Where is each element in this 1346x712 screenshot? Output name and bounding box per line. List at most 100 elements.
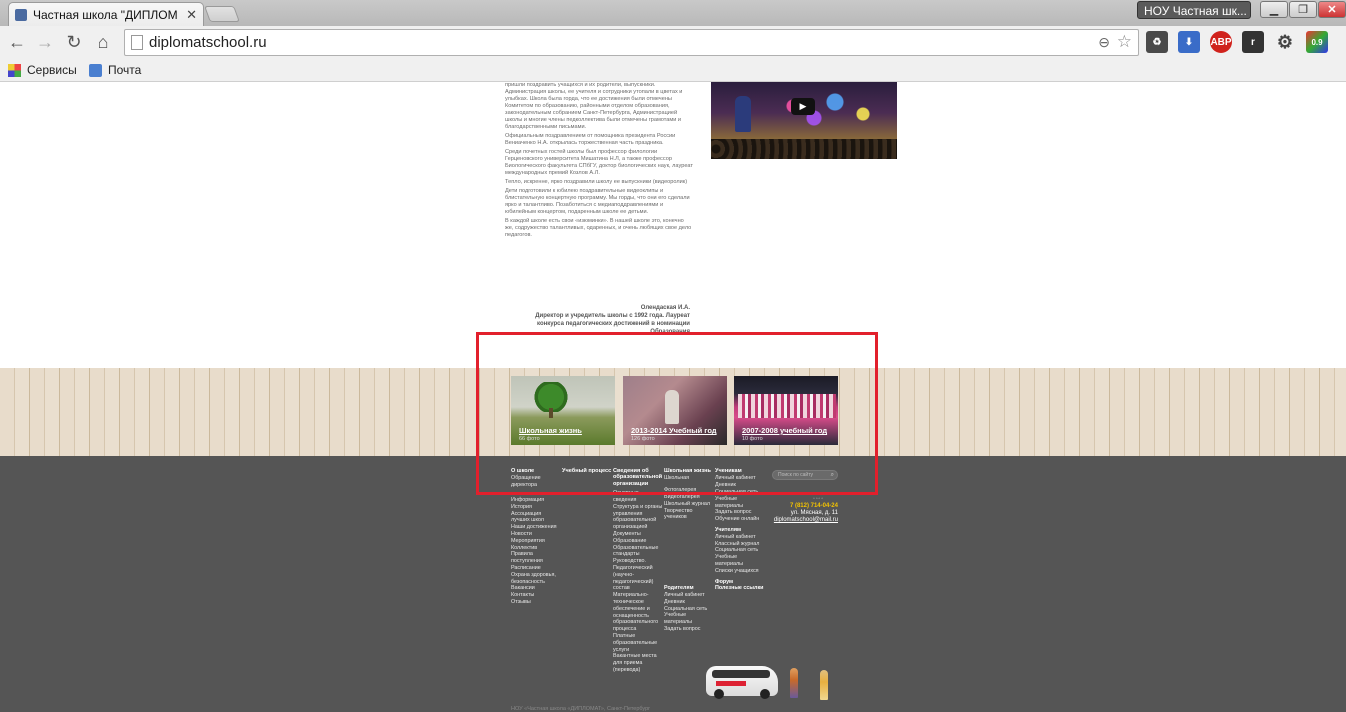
bookmark-services[interactable]: Сервисы [8, 63, 77, 77]
video-thumbnail[interactable]: ▶ [711, 82, 897, 159]
footer-link[interactable]: Вакантные места для приема (перевода) [613, 653, 663, 673]
footer-link[interactable]: Обращение директора [511, 475, 561, 489]
footer-column-students: Ученикам Личный кабинет Дневник Социальн… [715, 468, 765, 592]
audience-image [711, 139, 897, 159]
bookmark-star-icon[interactable]: ☆ [1117, 32, 1132, 52]
footer-link[interactable]: Информация [511, 497, 561, 504]
recycle-extension-icon[interactable]: ♻ [1146, 31, 1168, 53]
footer-link[interactable]: Коллектив [511, 545, 561, 552]
footer-link[interactable]: Вакансии [511, 585, 561, 592]
footer-link[interactable]: Ассоциация лучших школ [511, 511, 561, 525]
social-icons[interactable]: ▫▫▫▫ [813, 496, 824, 502]
contact-block: 7 (812) 714-04-24 ул. Мясная, д. 11 dipl… [760, 503, 838, 524]
download-extension-icon[interactable]: ⬇ [1178, 31, 1200, 53]
footer-link[interactable]: Отзывы [511, 599, 561, 606]
home-icon[interactable]: ⌂ [92, 32, 114, 53]
footer-link[interactable]: Дневник [664, 599, 714, 606]
footer-link[interactable]: Расписание [511, 565, 561, 572]
site-search-input[interactable]: Поиск по сайту ⌕ [772, 470, 838, 480]
bookmark-label: Почта [108, 63, 142, 77]
footer-link[interactable]: Личный кабинет [715, 534, 765, 541]
footer-link[interactable]: Школьная [664, 475, 714, 482]
footer-link[interactable]: Мероприятия [511, 538, 561, 545]
footer-link[interactable]: Учебные материалы [664, 612, 714, 626]
footer-link[interactable]: Основные сведения [613, 490, 663, 504]
footer-link[interactable]: Социальная сеть [664, 606, 714, 613]
signature-title: Директор и учредитель школы с 1992 года.… [535, 313, 690, 327]
play-icon[interactable]: ▶ [791, 98, 815, 115]
bookmark-label: Сервисы [27, 63, 77, 77]
footer-link[interactable]: Структура и органы управления образовате… [613, 504, 663, 531]
email-link[interactable]: diplomatschool@mail.ru [760, 517, 838, 524]
forward-icon[interactable]: → [34, 32, 56, 53]
footer-link[interactable]: Учебные материалы [715, 496, 765, 510]
maximize-button[interactable]: ❐ [1289, 1, 1317, 18]
footer-column-learning: Учебный процесс [562, 468, 612, 475]
footer-link[interactable]: Личный кабинет [715, 475, 765, 482]
phone-number[interactable]: 7 (812) 714-04-24 [760, 503, 838, 510]
footer-link[interactable]: Платные образовательные услуги [613, 633, 663, 653]
close-window-button[interactable]: ✕ [1318, 1, 1346, 18]
footer-link[interactable]: Наши достижения [511, 524, 561, 531]
bus-wheel [714, 689, 724, 699]
gallery-card-2013-2014[interactable]: 2013-2014 Учебный год 126 фото [623, 376, 727, 445]
performer-image [665, 390, 679, 424]
footer-link[interactable]: Образовательные стандарты [613, 545, 663, 559]
footer-heading[interactable]: О школе [511, 468, 561, 474]
extension-badge-icon[interactable]: 0.9 [1306, 31, 1328, 53]
gallery-card-2007-2008[interactable]: 2007-2008 учебный год 10 фото [734, 376, 838, 445]
minimize-button[interactable]: ▁ [1260, 1, 1288, 18]
reload-icon[interactable]: ↻ [63, 32, 85, 53]
footer-heading[interactable]: Учебный процесс [562, 468, 612, 474]
footer-link[interactable]: Задать вопрос [664, 626, 714, 633]
footer-subheading[interactable]: Учителям [715, 527, 765, 534]
gallery-title[interactable]: 2007-2008 учебный год [742, 427, 836, 435]
close-tab-icon[interactable]: ✕ [186, 7, 197, 23]
apps-icon [8, 63, 21, 77]
back-icon[interactable]: ← [6, 32, 28, 53]
footer-link[interactable]: Учебные материалы [715, 554, 765, 568]
tree-trunk [549, 408, 553, 418]
footer-link[interactable]: Документы [613, 531, 663, 538]
footer-heading[interactable]: Сведения об образовательной организации [613, 468, 663, 487]
footer-link[interactable]: Образование [613, 538, 663, 545]
zoom-icon[interactable]: ⊖ [1098, 34, 1110, 51]
browser-tab[interactable]: Частная школа "ДИПЛОМ ✕ [8, 2, 204, 26]
footer-link[interactable]: Личный кабинет [664, 592, 714, 599]
footer-link[interactable]: Списки учащихся [715, 568, 765, 575]
footer-subheading[interactable]: Полезные ссылки [715, 585, 765, 592]
address-bar[interactable]: diplomatschool.ru ⊖ ☆ [124, 29, 1139, 56]
search-icon[interactable]: ⌕ [831, 471, 834, 479]
adblock-extension-icon[interactable]: ABP [1210, 31, 1232, 53]
footer-link[interactable]: Охрана здоровья, безопасность [511, 572, 561, 586]
footer-link[interactable]: Контакты [511, 592, 561, 599]
footer-heading[interactable]: Школьная жизнь [664, 468, 714, 474]
footer-link[interactable]: Школьный журнал [664, 501, 714, 508]
article-paragraph: Дети подготовили к юбилею поздравительны… [505, 188, 690, 215]
footer-link[interactable]: Обучение онлайн [715, 516, 765, 523]
new-tab-button[interactable] [204, 6, 240, 22]
footer-heading[interactable]: Ученикам [715, 468, 765, 474]
footer-link[interactable]: Социальная сеть [715, 489, 765, 496]
footer-link[interactable]: Фотогалерея [664, 487, 714, 494]
gallery-card-school-life[interactable]: Школьная жизнь 66 фото [511, 376, 615, 445]
profile-button[interactable]: НОУ Частная шк... [1137, 1, 1251, 19]
bookmark-mail[interactable]: Почта [89, 63, 141, 77]
footer-link[interactable]: Правила поступления [511, 551, 561, 565]
gallery-title[interactable]: 2013-2014 Учебный год [631, 427, 725, 435]
footer-link[interactable]: Новости [511, 531, 561, 538]
settings-gear-icon[interactable]: ⚙ [1274, 31, 1296, 53]
footer-link[interactable]: Дневник [715, 482, 765, 489]
footer-link[interactable]: Классный журнал [715, 541, 765, 548]
footer-link[interactable]: Руководство. Педагогический (научно-педа… [613, 558, 663, 592]
footer-link[interactable]: Социальная сеть [715, 547, 765, 554]
speaker-figure [735, 96, 751, 132]
footer-link[interactable]: Видеогалерея [664, 494, 714, 501]
footer-subheading[interactable]: Родителям [664, 585, 714, 592]
gallery-title[interactable]: Школьная жизнь [519, 427, 613, 435]
footer-subheading[interactable]: Форум [715, 579, 765, 586]
reader-extension-icon[interactable]: r [1242, 31, 1264, 53]
footer-link[interactable]: Материально-техническое обеспечение и ос… [613, 592, 663, 633]
footer-link[interactable]: История [511, 504, 561, 511]
footer-link[interactable]: Творчество учеников [664, 508, 714, 522]
